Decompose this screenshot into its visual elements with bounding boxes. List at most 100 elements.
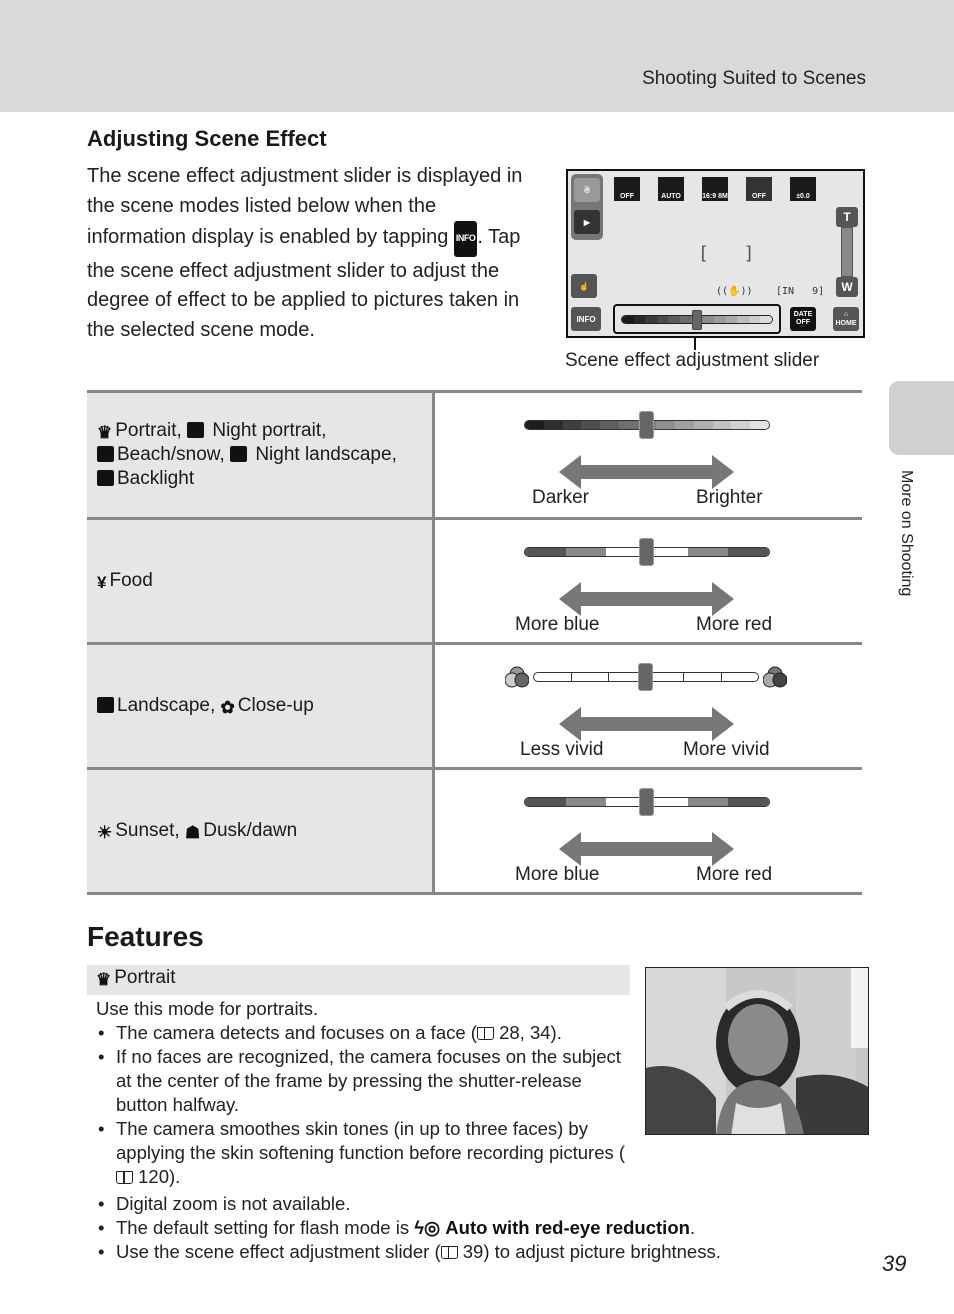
mode-intro: Use this mode for portraits. xyxy=(96,998,319,1019)
table-row: ♛ Portrait, Night portrait, Beach/snow, N… xyxy=(87,393,862,520)
slider-segment xyxy=(728,548,769,556)
slider-segment xyxy=(656,316,669,323)
night-landscape-icon xyxy=(230,446,248,462)
self-timer-icon[interactable]: OFF xyxy=(614,177,640,201)
slider-segment xyxy=(525,798,566,806)
night-portrait-icon xyxy=(187,422,205,438)
modes-cell: Landscape, ✿ Close-up xyxy=(87,645,435,767)
home-icon: ⌂ xyxy=(843,311,849,318)
slider-knob xyxy=(639,538,654,566)
slider-left-label: Less vivid xyxy=(520,739,604,760)
slider-segment xyxy=(656,421,676,429)
more-vivid-icon xyxy=(763,666,787,688)
scene-mode-icon[interactable]: ☃ xyxy=(574,178,600,202)
chapter-tab[interactable] xyxy=(889,381,954,455)
image-mode-icon[interactable]: 16:9 8M xyxy=(702,177,728,201)
scene-effect-table: ♛ Portrait, Night portrait, Beach/snow, N… xyxy=(87,390,862,895)
touch-shooting-icon[interactable]: ☝ xyxy=(571,274,597,298)
flash-icon[interactable]: AUTO xyxy=(658,177,684,201)
page-reference[interactable]: 120 xyxy=(138,1166,169,1187)
list-item: Digital zoom is not available. xyxy=(96,1192,636,1216)
page-number: 39 xyxy=(882,1251,907,1276)
slider-segment xyxy=(565,798,607,806)
portrait-icon: ♛ xyxy=(97,423,113,442)
double-arrow-icon xyxy=(559,582,734,616)
slider-segment xyxy=(728,798,769,806)
slider-segment xyxy=(622,316,634,323)
page-reference[interactable]: 28, 34 xyxy=(499,1022,550,1043)
chapter-tab-label: More on Shooting xyxy=(898,470,915,597)
features-title: Features xyxy=(87,921,204,952)
list-item: The camera detects and focuses on a face… xyxy=(96,1021,636,1045)
zoom-tele-button[interactable]: T xyxy=(836,207,858,227)
list-item: The default setting for flash mode is ϟ◎… xyxy=(96,1216,756,1240)
sunset-icon: ☀ xyxy=(97,823,113,842)
memory-indicator: [IN 9] xyxy=(776,286,825,297)
slider-cell: Less vivid More vivid xyxy=(435,645,862,767)
intro-paragraph: The scene effect adjustment slider is di… xyxy=(87,162,537,345)
slider-segment xyxy=(668,316,680,323)
date-imprint-button[interactable]: DATE OFF xyxy=(790,307,816,331)
features-body: Use this mode for portraits. The camera … xyxy=(96,997,721,1264)
zoom-track[interactable] xyxy=(841,227,853,277)
slider-segment xyxy=(600,421,619,429)
mode-name: Portrait xyxy=(114,967,176,988)
list-item: If no faces are recognized, the camera f… xyxy=(96,1045,636,1117)
home-button[interactable]: ⌂ HOME xyxy=(833,307,859,331)
slider-segment xyxy=(731,421,751,429)
zoom-control[interactable]: T W xyxy=(836,207,858,297)
slider-knob[interactable] xyxy=(692,310,702,330)
book-icon xyxy=(116,1171,133,1184)
mode-panel: ☃ ▶ xyxy=(571,174,603,240)
slider-segment xyxy=(525,421,544,429)
table-row: ¥ Food More blue More red xyxy=(87,520,862,645)
playback-icon[interactable]: ▶ xyxy=(574,210,600,234)
beach-snow-icon xyxy=(97,446,114,462)
slider-segment xyxy=(684,673,722,681)
slider-right-label: More vivid xyxy=(683,739,770,760)
table-row: ☀ Sunset, ☗ Dusk/dawn More blue More red xyxy=(87,770,862,895)
slider-knob xyxy=(638,663,653,691)
slider-segment xyxy=(693,421,713,429)
slider-segment xyxy=(722,673,759,681)
zoom-wide-button[interactable]: W xyxy=(836,277,858,297)
info-button[interactable]: INFO xyxy=(571,307,601,331)
food-icon: ¥ xyxy=(97,573,107,592)
slider-segment xyxy=(572,673,609,681)
slider-knob xyxy=(639,411,654,439)
exposure-compensation-icon[interactable]: ±0.0 xyxy=(790,177,816,201)
close-up-icon: ✿ xyxy=(220,698,235,717)
slider-segment xyxy=(525,548,566,556)
portrait-example-photo xyxy=(645,967,869,1135)
slider-segment xyxy=(543,421,563,429)
slider-segment xyxy=(534,673,572,681)
modes-cell: ☀ Sunset, ☗ Dusk/dawn xyxy=(87,770,435,892)
header-band xyxy=(0,0,954,112)
slider-segment xyxy=(645,316,657,323)
slider-segment xyxy=(725,316,738,323)
backlight-icon xyxy=(97,470,114,486)
callout-label: Scene effect adjustment slider xyxy=(565,350,820,371)
scene-effect-slider-camera[interactable] xyxy=(613,304,781,334)
flash-red-eye-icon: ϟ◎ xyxy=(414,1217,446,1238)
smile-timer-icon[interactable]: OFF xyxy=(746,177,772,201)
vibration-reduction-icon: ((✋)) xyxy=(716,286,753,297)
landscape-icon xyxy=(97,697,114,713)
focus-area-brackets: [ ] xyxy=(698,243,767,264)
slider-segment xyxy=(714,316,726,323)
slider-segment xyxy=(675,421,694,429)
slider-left-label: Darker xyxy=(532,487,590,508)
page-reference[interactable]: 39 xyxy=(463,1241,484,1262)
info-button-icon: INFO xyxy=(453,221,478,257)
slider-segment xyxy=(565,548,607,556)
slider-segment xyxy=(562,421,582,429)
less-vivid-icon xyxy=(505,666,529,688)
slider-right-label: More red xyxy=(696,864,773,885)
slider-left-label: More blue xyxy=(515,614,600,635)
slider-segment xyxy=(687,548,729,556)
list-item: Use the scene effect adjustment slider (… xyxy=(96,1240,756,1264)
slider-segment xyxy=(760,316,772,323)
book-icon xyxy=(476,1027,494,1040)
slider-cell: More blue More red xyxy=(435,770,862,892)
mode-header-bar: ♛ Portrait xyxy=(87,965,630,995)
